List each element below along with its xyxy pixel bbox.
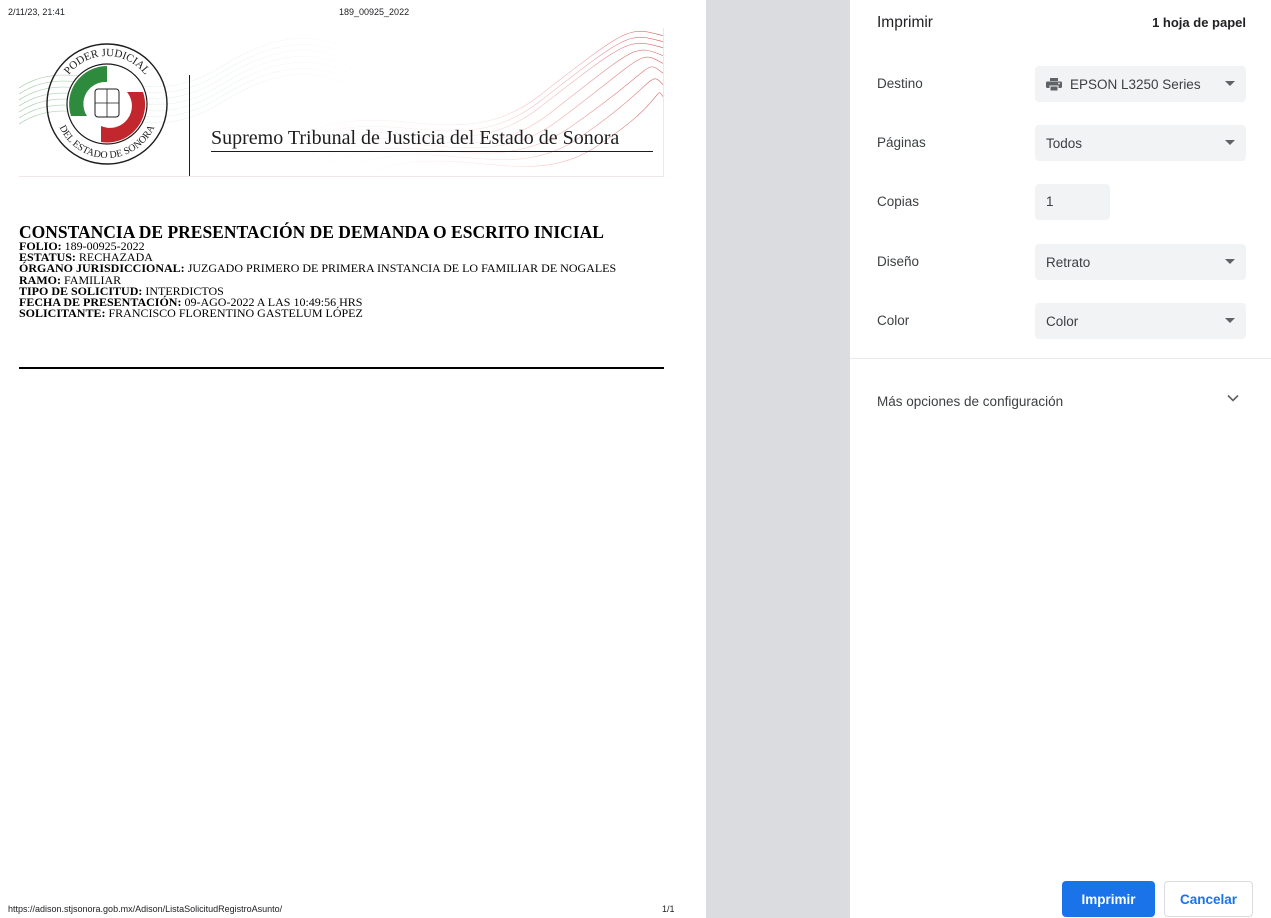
page-header-title: 189_00925_2022 [339,7,410,17]
court-seal-logo: PODER JUDICIAL DEL ESTADO DE SONORA [46,43,168,165]
destination-select[interactable]: EPSON L3250 Series [1035,66,1246,102]
document-rule [19,367,664,369]
pages-select[interactable]: Todos [1035,125,1246,161]
copies-label: Copias [877,194,920,209]
page-footer-page-number: 1/1 [662,904,675,914]
court-banner: PODER JUDICIAL DEL ESTADO DE SONORA Supr… [19,28,664,177]
copies-input[interactable]: 1 [1035,184,1110,220]
chevron-down-icon [1225,81,1235,86]
preview-gutter[interactable] [706,0,850,918]
destination-label: Destino [877,76,923,91]
destination-value: EPSON L3250 Series [1070,76,1201,92]
print-button[interactable]: Imprimir [1062,881,1155,917]
layout-value: Retrato [1046,254,1091,270]
color-value: Color [1046,313,1079,329]
banner-divider [189,75,190,176]
color-select[interactable]: Color [1035,303,1246,339]
chevron-down-icon [1227,394,1239,402]
chevron-down-icon [1225,259,1235,264]
printer-icon [1046,77,1062,91]
cancel-button[interactable]: Cancelar [1164,881,1253,917]
pages-label: Páginas [877,135,926,150]
document-body: CONSTANCIA DE PRESENTACIÓN DE DEMANDA O … [19,223,664,319]
print-preview-page: 2/11/23, 21:41 189_00925_2022 PODER JUDI… [0,0,706,918]
field-solicitante: SOLICITANTE: FRANCISCO FLORENTINO GASTEL… [19,306,363,321]
layout-select[interactable]: Retrato [1035,244,1246,280]
print-settings-panel: Imprimir 1 hoja de papel Destino EPSON L… [850,0,1271,918]
chevron-down-icon [1225,318,1235,323]
chevron-down-icon [1225,140,1235,145]
color-label: Color [877,313,910,328]
panel-title: Imprimir [877,14,933,31]
more-options-toggle[interactable]: Más opciones de configuración [850,378,1271,422]
more-options-label: Más opciones de configuración [877,394,1064,409]
panel-divider [850,358,1271,359]
layout-label: Diseño [877,254,920,269]
page-footer-url: https://adison.stjsonora.gob.mx/Adison/L… [8,904,283,914]
page-header-datetime: 2/11/23, 21:41 [8,7,65,17]
pages-value: Todos [1046,135,1083,151]
sheet-count: 1 hoja de papel [1152,15,1246,30]
banner-title: Supremo Tribunal de Justicia del Estado … [211,127,653,152]
